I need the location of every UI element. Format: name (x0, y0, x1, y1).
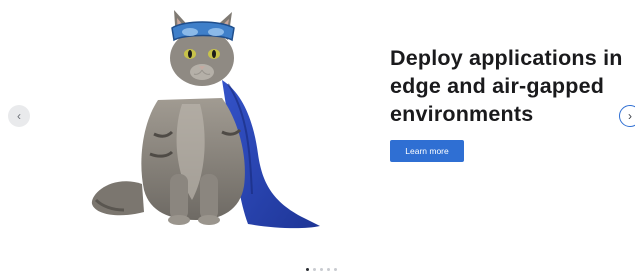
chevron-right-icon: › (628, 109, 632, 123)
slide-title: Deploy applications in edge and air-gapp… (390, 46, 623, 126)
hero-carousel: Deploy applications in edge and air-gapp… (0, 0, 635, 276)
carousel-prev-button[interactable]: ‹ (8, 105, 30, 127)
carousel-dot-2[interactable] (313, 268, 316, 271)
carousel-dot-1[interactable] (306, 268, 309, 271)
carousel-next-button[interactable]: › (619, 105, 635, 127)
slide-text-block: Deploy applications in edge and air-gapp… (390, 44, 625, 162)
carousel-dot-3[interactable] (320, 268, 323, 271)
slide-image (91, 10, 320, 229)
chevron-left-icon: ‹ (17, 109, 21, 123)
carousel-dot-4[interactable] (327, 268, 330, 271)
carousel-dot-5[interactable] (334, 268, 337, 271)
carousel-pagination (306, 268, 337, 271)
learn-more-button[interactable]: Learn more (390, 140, 464, 162)
